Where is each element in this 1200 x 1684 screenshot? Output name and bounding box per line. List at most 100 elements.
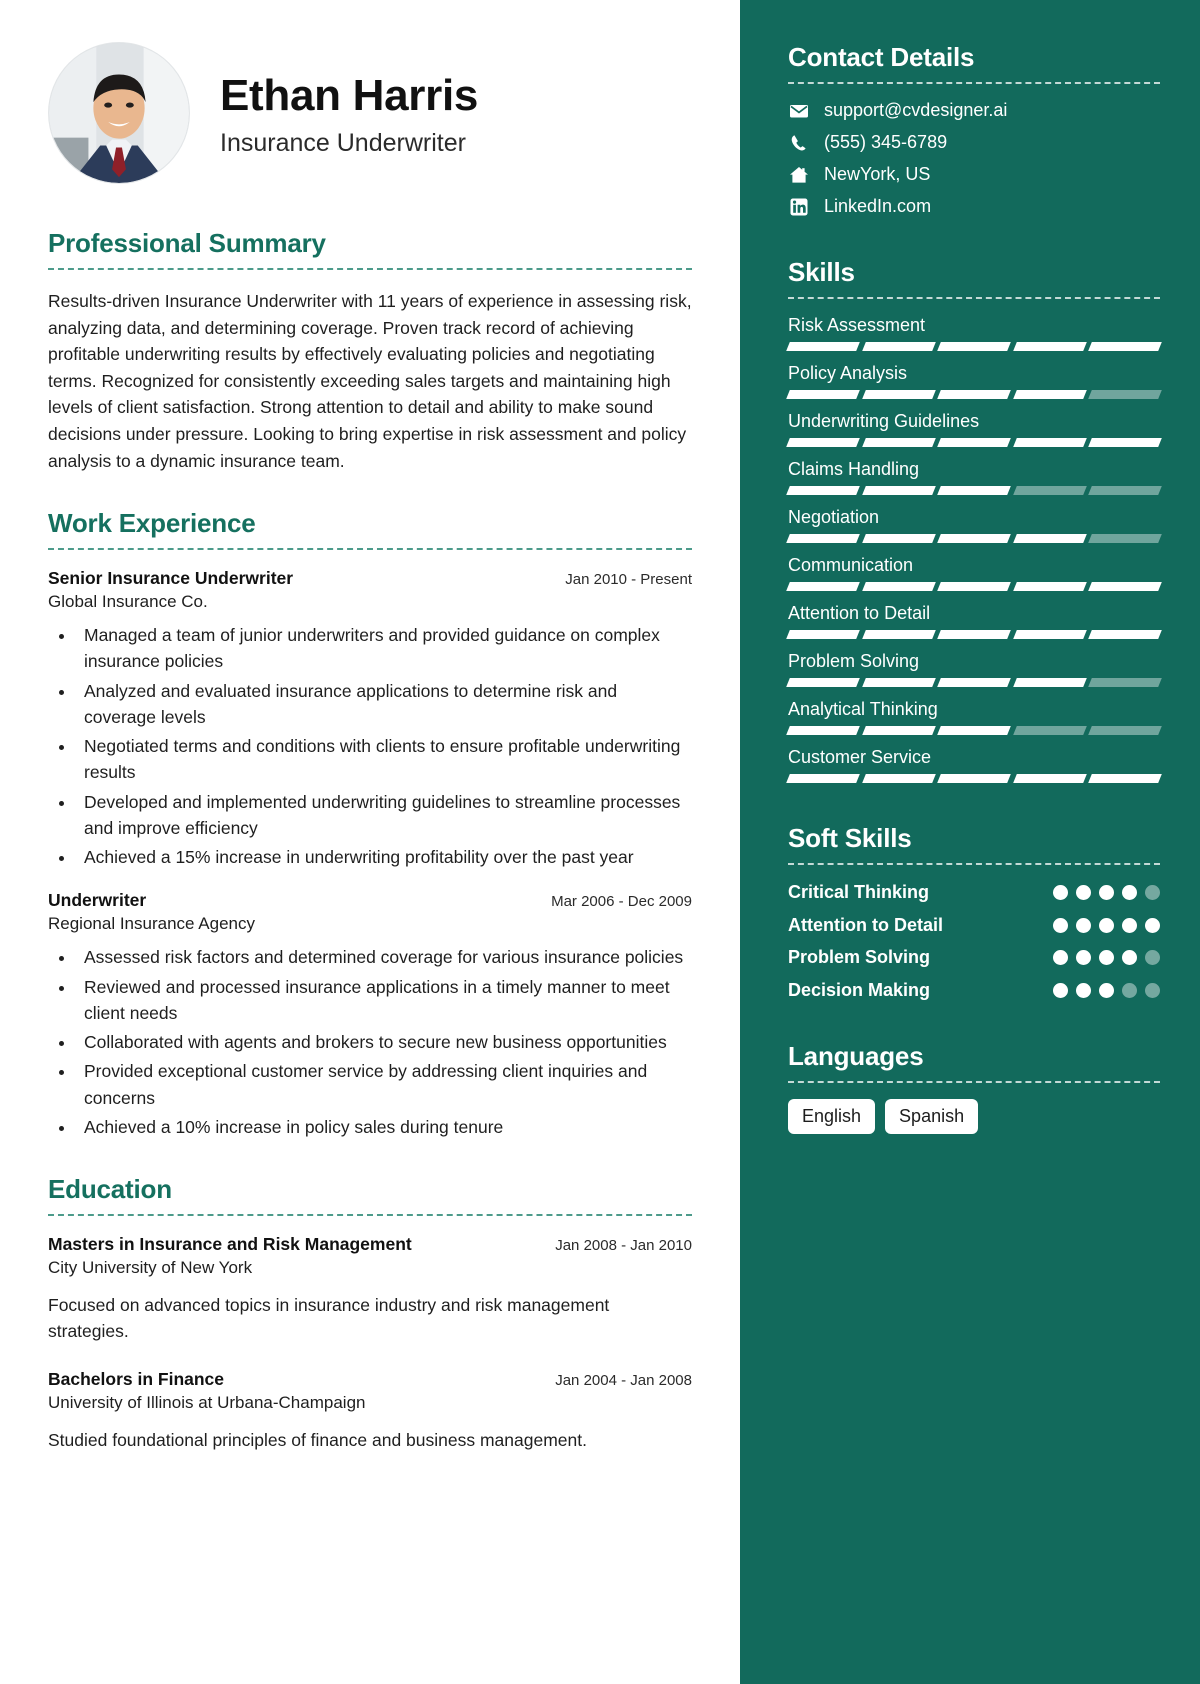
resume-page: Ethan Harris Insurance Underwriter Profe…: [0, 0, 1200, 1684]
soft-skill-rating: [1053, 979, 1160, 998]
soft-skill-rating: [1053, 914, 1160, 933]
skill-level-segment: [1088, 486, 1162, 495]
skill-level-bar: [786, 390, 1162, 399]
skill-row: Policy Analysis: [786, 363, 1162, 399]
skill-level-segment: [1088, 438, 1162, 447]
skill-level-segment: [786, 342, 860, 351]
main-column: Ethan Harris Insurance Underwriter Profe…: [0, 0, 740, 1684]
contact-item-value: (555) 345-6789: [824, 132, 948, 152]
avatar: [48, 42, 190, 184]
skill-level-segment: [861, 534, 936, 543]
skill-level-segment: [786, 630, 860, 639]
section-divider: [48, 548, 692, 551]
section-divider: [48, 268, 692, 270]
skill-level-segment: [1088, 342, 1162, 351]
soft-skill-row: Critical Thinking: [788, 881, 1160, 904]
contact-item[interactable]: NewYork, US: [788, 164, 1160, 185]
education-entry-description: Studied foundational principles of finan…: [48, 1429, 587, 1450]
skill-level-segment: [937, 726, 1011, 735]
work-entry: Underwriter Mar 2006 - Dec 2009 Regional I…: [48, 890, 692, 1140]
skill-level-segment: [1088, 390, 1162, 399]
skill-name: Communication: [788, 555, 914, 575]
rating-dot: [1122, 950, 1137, 965]
work-entry-company: Global Insurance Co.: [48, 592, 208, 612]
work-entry-bullets: Managed a team of junior underwriters an…: [76, 622, 692, 870]
profile-photo-icon: [49, 43, 189, 183]
rating-dot: [1145, 982, 1160, 998]
education-entry-date: Jan 2004 - Jan 2008: [555, 1371, 692, 1389]
section-title: Contact Details: [788, 42, 975, 72]
summary-text: Results-driven Insurance Underwriter wit…: [48, 291, 692, 471]
work-entry: Senior Insurance Underwriter Jan 2010 - P…: [48, 568, 692, 870]
skill-level-bar: [786, 534, 1162, 543]
skill-row: Negotiation: [786, 507, 1162, 543]
skill-level-segment: [1012, 726, 1087, 735]
skill-level-segment: [1088, 582, 1162, 591]
skill-name: Underwriting Guidelines: [788, 411, 980, 431]
skill-level-segment: [1088, 726, 1162, 735]
section-divider: [788, 1081, 1160, 1083]
skill-level-segment: [861, 774, 936, 783]
rating-dot: [1122, 885, 1137, 900]
section-title: Education: [48, 1174, 172, 1205]
section-divider: [48, 1214, 692, 1217]
education-entry: Bachelors in Finance Jan 2004 - Jan 2008 U…: [48, 1369, 692, 1453]
skill-level-segment: [1012, 486, 1087, 495]
education-entry: Masters in Insurance and Risk Management…: [48, 1234, 692, 1345]
skill-level-segment: [937, 534, 1011, 543]
section-title: Skills: [788, 257, 855, 287]
rating-dot: [1076, 982, 1091, 998]
skill-name: Negotiation: [788, 507, 880, 527]
work-entry-list: Senior Insurance Underwriter Jan 2010 - P…: [48, 568, 692, 1140]
section-title: Soft Skills: [788, 823, 912, 853]
skill-row: Claims Handling: [786, 459, 1162, 495]
skill-name: Analytical Thinking: [788, 699, 938, 719]
education-entry-degree: Masters in Insurance and Risk Management: [48, 1234, 412, 1255]
rating-dot: [1053, 885, 1068, 900]
skill-level-segment: [861, 678, 936, 687]
rating-dot: [1099, 917, 1114, 933]
skill-name: Claims Handling: [788, 459, 920, 479]
skill-row: Communication: [786, 555, 1162, 591]
education-entry-degree: Bachelors in Finance: [48, 1368, 225, 1389]
education-entry-header: Masters in Insurance and Risk Management…: [48, 1234, 692, 1255]
section-divider: [788, 82, 1160, 84]
resume-header: Ethan Harris Insurance Underwriter: [48, 42, 692, 184]
rating-dot: [1145, 917, 1160, 933]
list-item: Developed and implemented underwriting g…: [76, 789, 692, 842]
education-entry-header: Bachelors in Finance Jan 2004 - Jan 2008: [48, 1369, 692, 1390]
soft-skills-list: Critical Thinking Attention to Detail Prob…: [788, 881, 1160, 1001]
soft-skill-row: Problem Solving: [788, 946, 1160, 969]
section-contact-details: Contact Details support@cvdesigner.ai (55…: [788, 42, 1160, 217]
rating-dot: [1053, 950, 1068, 965]
section-education: Education Masters in Insurance and Risk …: [48, 1174, 692, 1453]
work-entry-role: Underwriter: [48, 890, 147, 911]
section-title: Professional Summary: [48, 228, 326, 258]
contact-item[interactable]: support@cvdesigner.ai: [788, 100, 1160, 121]
page-title: Ethan Harris: [220, 71, 479, 121]
section-title: Languages: [788, 1041, 924, 1071]
contact-item[interactable]: (555) 345-6789: [788, 132, 1160, 153]
skill-level-bar: [786, 582, 1162, 591]
contact-item[interactable]: LinkedIn.com: [788, 196, 1160, 217]
skill-level-bar: [786, 726, 1162, 735]
section-work-experience: Work Experience Senior Insurance Underwr…: [48, 508, 692, 1140]
rating-dot: [1099, 982, 1114, 998]
skill-level-segment: [937, 630, 1011, 639]
skill-level-segment: [1012, 630, 1087, 639]
skill-level-segment: [786, 726, 860, 735]
skill-level-segment: [1012, 678, 1087, 687]
skill-level-segment: [1012, 438, 1087, 447]
skill-level-segment: [1088, 534, 1162, 543]
soft-skill-name: Critical Thinking: [788, 882, 930, 902]
envelope-icon: [788, 101, 809, 121]
education-entry-list: Masters in Insurance and Risk Management…: [48, 1234, 692, 1453]
skill-level-bar: [786, 630, 1162, 639]
skill-level-segment: [861, 342, 936, 351]
skills-list: Risk Assessment Policy Analysis Underwriti…: [786, 315, 1162, 783]
skill-level-segment: [861, 486, 936, 495]
work-entry-header: Underwriter Mar 2006 - Dec 2009: [48, 890, 692, 911]
work-entry-date: Mar 2006 - Dec 2009: [551, 893, 692, 911]
work-entry-company: Regional Insurance Agency: [48, 914, 255, 934]
soft-skill-row: Attention to Detail: [788, 914, 1160, 937]
